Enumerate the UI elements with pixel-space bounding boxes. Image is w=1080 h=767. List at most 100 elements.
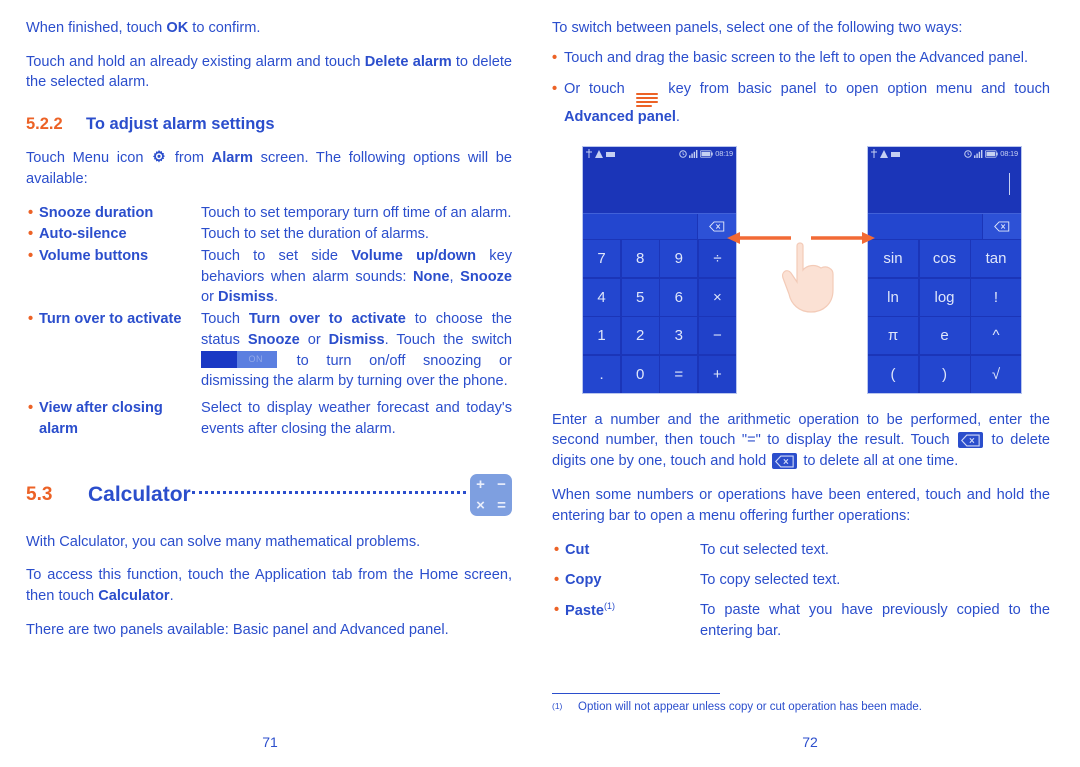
desc-frag: or <box>201 289 219 306</box>
key-3[interactable]: 3 <box>660 317 698 355</box>
section-number: 5.2.2 <box>26 115 63 134</box>
phone-screenshot-advanced-panel: 08:19 sin cos tan ln log ! π e ^ () √ <box>867 145 1022 394</box>
key-2[interactable]: 2 <box>621 317 659 355</box>
desc-frag: . Touch the switch <box>384 331 512 348</box>
key-0[interactable]: 0 <box>621 355 659 393</box>
key-1[interactable]: 1 <box>583 317 621 355</box>
chapter-heading-5-3-calculator: 5.3 Calculator + − × = <box>26 473 512 516</box>
delete-alarm-label: Delete alarm <box>364 53 452 70</box>
battery-icon <box>985 150 998 158</box>
option-label-volume-buttons: Volume buttons <box>39 248 149 265</box>
desc-frag: , <box>449 268 461 285</box>
backspace-key[interactable] <box>698 213 736 239</box>
key-square-root[interactable]: √ <box>971 355 1021 393</box>
alarm-settings-options-list: • Snooze duration Touch to set temporary … <box>26 203 512 440</box>
footnote-block: (1) Option will not appear unless copy o… <box>552 693 1050 715</box>
page-number-right: 72 <box>802 734 818 750</box>
chapter-title: Calculator <box>88 482 191 506</box>
text-caret <box>1008 172 1010 195</box>
backspace-key[interactable] <box>983 213 1021 239</box>
backspace-icon <box>709 221 725 232</box>
text-enter-frag: to delete all at one time. <box>799 453 959 470</box>
warning-icon <box>880 149 888 158</box>
text-touch-hold: Touch and hold an already existing alarm… <box>26 53 365 70</box>
key-7[interactable]: 7 <box>583 240 621 278</box>
operation-term: • Paste(1) <box>552 600 700 622</box>
alarm-clock-icon <box>679 150 687 158</box>
key-8[interactable]: 8 <box>621 240 659 278</box>
paragraph-access-calculator: To access this function, touch the Appli… <box>26 565 512 606</box>
operation-row-cut: • Cut To cut selected text. <box>552 540 1050 561</box>
bullet-dot-icon: • <box>28 248 34 265</box>
advanced-panel-label: Advanced panel <box>564 109 676 126</box>
key-cos[interactable]: cos <box>919 240 970 278</box>
none-label: None <box>413 268 450 285</box>
key-sin[interactable]: sin <box>868 240 918 278</box>
bullet-menu-key: • Or touch key from basic panel to open … <box>552 79 1050 127</box>
status-bar-left-icons <box>586 149 615 159</box>
equals-symbol: = <box>497 496 506 514</box>
text-to-confirm: to confirm. <box>188 20 261 36</box>
multiply-symbol: × <box>476 496 485 514</box>
key-4[interactable]: 4 <box>583 278 621 316</box>
key-divide[interactable]: ÷ <box>698 240 736 278</box>
key-tan[interactable]: tan <box>971 240 1021 278</box>
key-6[interactable]: 6 <box>660 278 698 316</box>
entry-field[interactable] <box>868 213 983 239</box>
dismiss-label: Dismiss <box>328 331 385 348</box>
key-e[interactable]: e <box>919 317 970 355</box>
right-page: To switch between panels, select one of … <box>540 0 1080 767</box>
key-power[interactable]: ^ <box>971 317 1021 355</box>
option-label-turn-over-to-activate: Turn over to activate <box>39 311 182 328</box>
calculator-label: Calculator <box>98 587 170 604</box>
snooze-label: Snooze <box>247 331 300 348</box>
text-key-from-basic: key from basic panel to open option menu… <box>659 81 1050 98</box>
key-plus[interactable]: + <box>698 355 736 393</box>
warning-icon <box>595 149 603 158</box>
option-description: Touch to set temporary turn off time of … <box>201 204 512 221</box>
calculator-display <box>583 160 736 213</box>
key-decimal-point[interactable]: . <box>583 355 621 393</box>
key-5[interactable]: 5 <box>621 278 659 316</box>
key-ln[interactable]: ln <box>868 278 918 316</box>
option-description: Select to display weather forecast and t… <box>201 400 512 437</box>
option-row-view-after-closing-alarm: • View after closing alarm Select to disp… <box>26 398 512 439</box>
bullet-dot-icon: • <box>28 400 34 417</box>
desc-frag: . <box>274 289 279 306</box>
bullet-dot-icon: • <box>552 81 558 98</box>
sd-card-icon <box>606 152 615 158</box>
signal-bars-icon <box>689 149 698 158</box>
toggle-knob <box>201 350 238 368</box>
key-open-paren[interactable]: ( <box>868 355 918 393</box>
text-touch-menu-icon: Touch Menu icon <box>26 150 152 167</box>
option-label-auto-silence: Auto-silence <box>39 226 127 243</box>
usb-icon <box>586 149 592 159</box>
hamburger-menu-icon <box>635 93 658 108</box>
calculator-keypad-basic: 7 8 9 ÷ 4 5 6 × 1 2 3 − . 0 = + <box>583 238 736 393</box>
entry-field[interactable] <box>583 213 698 239</box>
bullet-dot-icon: • <box>28 311 34 328</box>
backspace-icon <box>958 432 984 449</box>
calculator-display <box>868 160 1021 213</box>
footnote-marker: (1) <box>552 701 563 712</box>
paragraph-switch-panels: To switch between panels, select one of … <box>552 20 963 36</box>
calculator-entry-bar[interactable] <box>583 212 736 239</box>
operation-term: • Copy <box>552 570 700 591</box>
key-factorial[interactable]: ! <box>971 278 1021 316</box>
key-9[interactable]: 9 <box>660 240 698 278</box>
usb-icon <box>871 149 877 159</box>
key-minus[interactable]: − <box>698 317 736 355</box>
key-multiply[interactable]: × <box>698 278 736 316</box>
key-pi[interactable]: π <box>868 317 918 355</box>
paragraph-enter-number: Enter a number and the arithmetic operat… <box>552 410 1050 472</box>
key-close-paren[interactable]: ) <box>919 355 970 393</box>
operation-label-cut: Cut <box>565 542 590 559</box>
key-log[interactable]: log <box>919 278 970 316</box>
key-equals[interactable]: = <box>660 355 698 393</box>
calculator-entry-bar[interactable] <box>868 212 1021 239</box>
bullet-dot-icon: • <box>554 601 560 618</box>
option-description: Touch to set the duration of alarms. <box>201 226 429 243</box>
operation-description: To cut selected text. <box>700 542 829 559</box>
section-title: To adjust alarm settings <box>86 115 275 134</box>
chapter-number: 5.3 <box>26 483 53 505</box>
